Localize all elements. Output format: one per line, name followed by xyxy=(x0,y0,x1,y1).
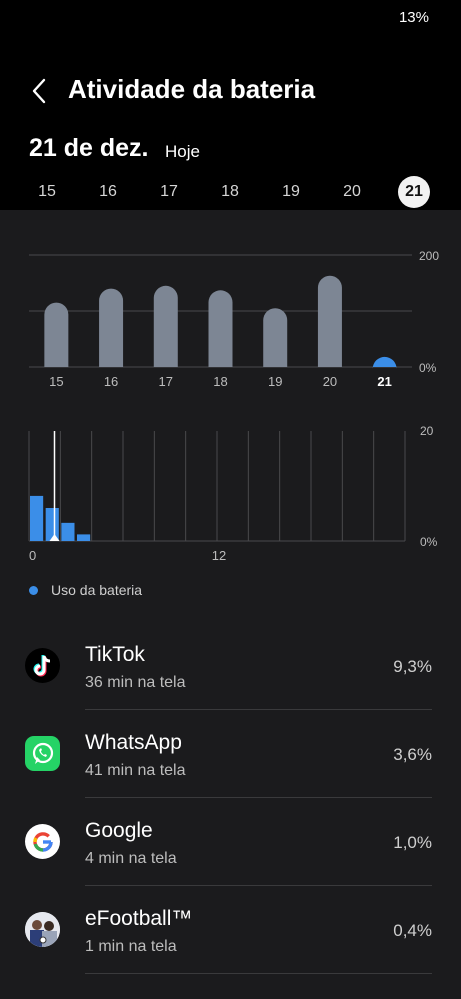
ytick-label: 0% xyxy=(420,535,438,549)
app-battery-percent: 3,6% xyxy=(393,745,432,764)
legend-label: Uso da bateria xyxy=(51,582,143,598)
chart-bar xyxy=(263,308,288,367)
chart-bar xyxy=(317,275,342,367)
day-button[interactable]: 17 xyxy=(153,176,185,208)
day-button[interactable]: 18 xyxy=(214,176,246,208)
xtick-label: 18 xyxy=(213,374,227,389)
tiktok-icon xyxy=(25,648,60,683)
back-button[interactable] xyxy=(24,74,54,108)
ytick-label: 20 xyxy=(420,424,434,438)
app-battery-percent: 9,3% xyxy=(393,657,432,676)
efootball-icon xyxy=(25,912,60,947)
day-button[interactable]: 16 xyxy=(92,176,124,208)
app-screen-time: 1 min na tela xyxy=(85,938,177,955)
xtick-label: 21 xyxy=(377,374,391,389)
app-name: WhatsApp xyxy=(85,731,182,754)
app-row-google[interactable]: Google 4 min na tela 1,0% xyxy=(0,798,461,886)
header-area: 13% Atividade da bateria 21 de dez. Hoje… xyxy=(0,0,461,210)
app-battery-percent: 0,4% xyxy=(393,921,432,940)
back-arrow-icon xyxy=(32,78,46,104)
selected-date: 21 de dez. xyxy=(29,134,149,162)
chart-bar xyxy=(208,290,233,367)
legend-dot xyxy=(29,585,38,595)
chart-bar xyxy=(30,495,44,541)
app-row-tiktok[interactable]: TikTok 36 min na tela 9,3% xyxy=(0,622,461,710)
app-name: Google xyxy=(85,819,153,842)
app-battery-percent: 1,0% xyxy=(393,833,432,852)
app-screen-time: 36 min na tela xyxy=(85,674,186,691)
hourly-usage-chart: 20 0% 0 12 xyxy=(0,420,461,570)
app-row-efootball[interactable]: eFootball™ 1 min na tela 0,4% xyxy=(0,886,461,974)
xtick-label: 19 xyxy=(268,374,282,389)
chart-bar xyxy=(45,508,59,541)
xtick-label: 0 xyxy=(29,548,36,563)
ytick-label: 200 xyxy=(419,249,439,263)
battery-level: 13% xyxy=(398,9,429,26)
divider xyxy=(85,973,432,974)
date-today-label: Hoje xyxy=(165,142,200,161)
day-button[interactable]: 20 xyxy=(336,176,368,208)
day-button[interactable]: 19 xyxy=(275,176,307,208)
chart-bar xyxy=(44,302,69,367)
ytick-label: 0% xyxy=(419,361,437,375)
xtick-label: 16 xyxy=(104,374,118,389)
chart-bar xyxy=(77,534,91,541)
chart-bar xyxy=(153,285,178,367)
app-screen-time: 41 min na tela xyxy=(85,762,186,779)
daily-usage-chart: 200 0% 15 16 17 18 19 20 21 xyxy=(0,240,461,400)
app-row-whatsapp[interactable]: WhatsApp 41 min na tela 3,6% xyxy=(0,710,461,798)
hourly-usage-chart-svg: 20 0% 0 12 xyxy=(28,424,438,563)
day-button-selected[interactable]: 21 xyxy=(398,176,430,208)
chart-legend: Uso da bateria xyxy=(29,580,142,600)
app-screen-time: 4 min na tela xyxy=(85,850,177,867)
day-button[interactable]: 15 xyxy=(31,176,63,208)
whatsapp-icon xyxy=(25,736,60,771)
xtick-label: 15 xyxy=(49,374,63,389)
xtick-label: 17 xyxy=(159,374,173,389)
app-name: TikTok xyxy=(85,643,145,666)
app-name: eFootball™ xyxy=(85,907,193,930)
google-icon xyxy=(25,824,60,859)
app-usage-list: TikTok 36 min na tela 9,3% WhatsApp 41 m… xyxy=(0,622,461,974)
day-selector: 15 16 17 18 19 20 21 xyxy=(0,176,461,210)
xtick-label: 20 xyxy=(323,374,337,389)
chart-bar xyxy=(61,522,75,541)
page-title: Atividade da bateria xyxy=(68,74,316,104)
daily-usage-chart-svg: 200 0% 15 16 17 18 19 20 21 xyxy=(29,249,439,389)
chart-bar xyxy=(99,288,124,367)
xtick-label: 12 xyxy=(212,548,226,563)
